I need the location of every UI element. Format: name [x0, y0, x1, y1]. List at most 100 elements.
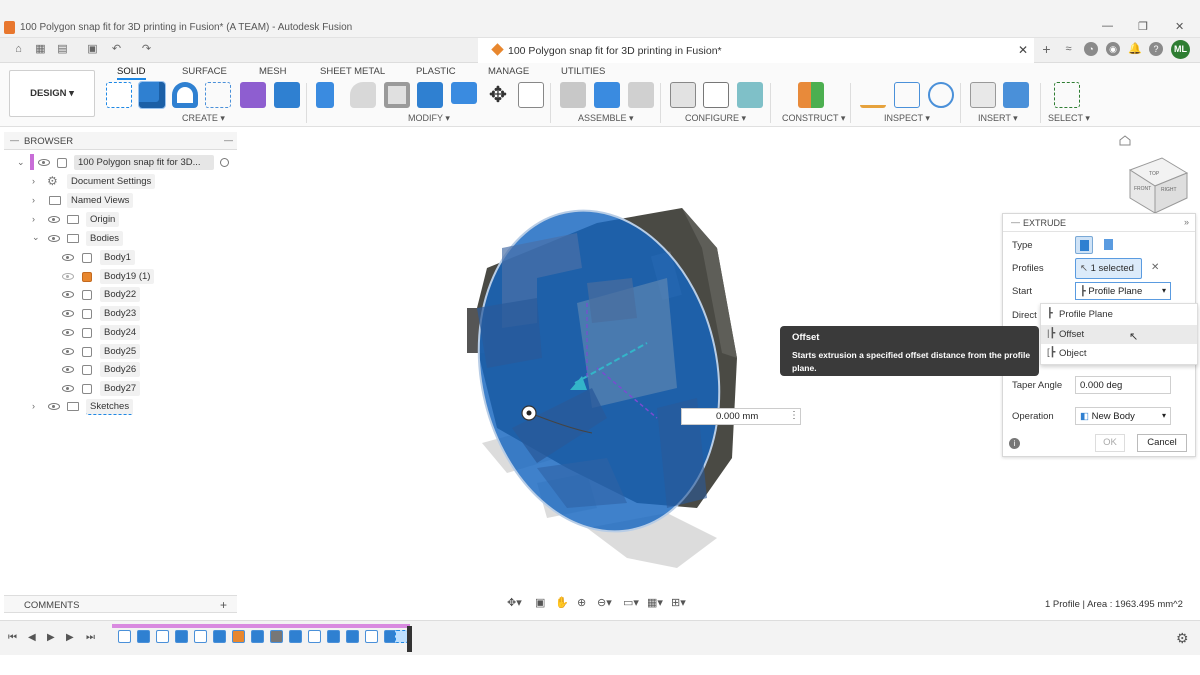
cancel-button[interactable]: Cancel: [1137, 434, 1187, 452]
extrude-icon[interactable]: [138, 81, 166, 109]
viewports-icon[interactable]: ⊞▾: [671, 596, 686, 609]
tab-surface[interactable]: SURFACE: [182, 66, 227, 77]
tree-item-body[interactable]: Body25: [4, 343, 237, 361]
select-group[interactable]: SELECT ▾: [1048, 113, 1090, 124]
timeline-feature-icon[interactable]: [137, 630, 150, 643]
tree-item-body[interactable]: Body1: [4, 249, 237, 267]
move-icon[interactable]: ✥: [485, 82, 511, 108]
select-icon[interactable]: [1054, 82, 1080, 108]
start-select[interactable]: ┣ Profile Plane ▾: [1075, 282, 1171, 300]
construct-group[interactable]: CONSTRUCT ▾: [782, 113, 845, 124]
clear-selection-icon[interactable]: ✕: [1151, 262, 1159, 273]
help-icon[interactable]: ?: [1149, 42, 1163, 56]
insert-mesh-icon[interactable]: [970, 82, 996, 108]
tree-item-body[interactable]: Body27: [4, 380, 237, 398]
visibility-icon[interactable]: [62, 384, 74, 392]
profiles-selection[interactable]: ↖ 1 selected: [1075, 258, 1142, 279]
go-to-end-icon[interactable]: ⏭: [86, 632, 95, 643]
visibility-icon[interactable]: [62, 347, 74, 355]
create-sketch-icon[interactable]: [106, 82, 132, 108]
box-icon[interactable]: [274, 82, 300, 108]
tree-item-body[interactable]: Body19 (1): [4, 268, 237, 286]
minimize-button[interactable]: —: [1102, 20, 1113, 32]
tab-mesh[interactable]: MESH: [259, 66, 286, 77]
tab-manage[interactable]: MANAGE: [488, 66, 529, 77]
configuration-icon[interactable]: [703, 82, 729, 108]
collapse-icon[interactable]: —: [1011, 217, 1020, 227]
create-form-icon[interactable]: [240, 82, 266, 108]
panel-toggle-icon[interactable]: —: [224, 135, 233, 145]
tab-sheet-metal[interactable]: SHEET METAL: [320, 66, 385, 77]
shell-icon[interactable]: [384, 82, 410, 108]
zoom-window-icon[interactable]: ⊖▾: [597, 596, 612, 609]
tab-utilities[interactable]: UTILITIES: [561, 66, 605, 77]
expand-icon[interactable]: »: [1184, 217, 1189, 227]
visibility-icon[interactable]: [62, 310, 74, 318]
step-back-icon[interactable]: ◀: [28, 632, 36, 643]
timeline-marker[interactable]: [407, 626, 412, 652]
undo-icon[interactable]: ↶: [110, 43, 123, 55]
add-comment-button[interactable]: +: [220, 598, 227, 612]
chevron-down-icon[interactable]: ⌄: [32, 232, 40, 243]
measure-icon[interactable]: [860, 82, 886, 108]
chevron-right-icon[interactable]: ›: [32, 401, 35, 411]
view-cube[interactable]: TOP FRONT RIGHT: [1128, 157, 1189, 214]
tree-item-body[interactable]: Body24: [4, 324, 237, 342]
orbit-icon[interactable]: ✥▾: [507, 596, 522, 609]
save-icon[interactable]: ▣: [86, 43, 99, 55]
interference-icon[interactable]: [894, 82, 920, 108]
maximize-button[interactable]: ❐: [1138, 20, 1148, 33]
step-forward-icon[interactable]: ▶: [66, 632, 74, 643]
activate-icon[interactable]: [220, 158, 229, 167]
assemble-group[interactable]: ASSEMBLE ▾: [578, 113, 634, 124]
visibility-icon[interactable]: [62, 291, 74, 299]
visibility-icon[interactable]: [62, 328, 74, 336]
ok-button[interactable]: OK: [1095, 434, 1125, 452]
combine-icon[interactable]: [417, 82, 443, 108]
type-one-side-icon[interactable]: [1075, 236, 1093, 254]
insert-canvas-icon[interactable]: [1003, 82, 1029, 108]
job-status-icon[interactable]: ◔: [1084, 42, 1098, 56]
timeline-settings-icon[interactable]: ⚙: [1176, 630, 1189, 647]
timeline-feature-icon[interactable]: [346, 630, 359, 643]
visibility-icon[interactable]: [48, 403, 60, 410]
user-avatar[interactable]: ML: [1171, 40, 1190, 59]
grid-settings-icon[interactable]: ▦▾: [647, 596, 663, 609]
distance-input[interactable]: 0.000 mm: [681, 408, 801, 425]
extensions-icon[interactable]: ≈: [1062, 43, 1075, 55]
taper-input[interactable]: 0.000 deg: [1075, 376, 1171, 394]
info-icon[interactable]: i: [1009, 438, 1020, 449]
timeline-feature-icon[interactable]: [308, 630, 321, 643]
parameters-icon[interactable]: [518, 82, 544, 108]
play-icon[interactable]: ▶: [47, 632, 55, 643]
go-to-start-icon[interactable]: ⏮: [8, 632, 17, 643]
operation-select[interactable]: ◧ New Body ▾: [1075, 407, 1171, 425]
collapse-icon[interactable]: —: [10, 135, 19, 145]
root-component[interactable]: ⌄ 100 Polygon snap fit for 3D...: [4, 154, 237, 172]
chevron-right-icon[interactable]: ›: [32, 214, 35, 224]
file-menu-icon[interactable]: ▤: [56, 43, 69, 55]
timeline-feature-icon[interactable]: [289, 630, 302, 643]
zoom-icon[interactable]: ⊕: [577, 596, 586, 609]
split-icon[interactable]: [451, 82, 477, 104]
tree-item-bodies[interactable]: ⌄ Bodies: [4, 230, 237, 248]
timeline-feature-icon[interactable]: [365, 630, 378, 643]
more-options-icon[interactable]: ⋮: [789, 410, 799, 421]
notifications-icon[interactable]: 🔔: [1128, 43, 1142, 55]
home-view-icon[interactable]: [1119, 135, 1131, 146]
timeline-feature-icon[interactable]: [156, 630, 169, 643]
tree-item-document-settings[interactable]: › ⚙ Document Settings: [4, 173, 237, 191]
press-pull-icon[interactable]: [316, 82, 334, 108]
inspect-group[interactable]: INSPECT ▾: [884, 113, 930, 124]
joint-icon[interactable]: [560, 82, 586, 108]
fillet-icon[interactable]: [350, 82, 376, 108]
timeline-feature-icon[interactable]: [251, 630, 264, 643]
visibility-icon[interactable]: [62, 366, 74, 374]
sweep-icon[interactable]: [205, 82, 231, 108]
tree-item-named-views[interactable]: › Named Views: [4, 192, 237, 210]
redo-icon[interactable]: ↷: [140, 43, 153, 55]
visibility-icon[interactable]: [62, 272, 74, 280]
tree-item-body[interactable]: Body26: [4, 361, 237, 379]
chevron-right-icon[interactable]: ›: [32, 195, 35, 205]
close-window-button[interactable]: ✕: [1175, 20, 1184, 33]
